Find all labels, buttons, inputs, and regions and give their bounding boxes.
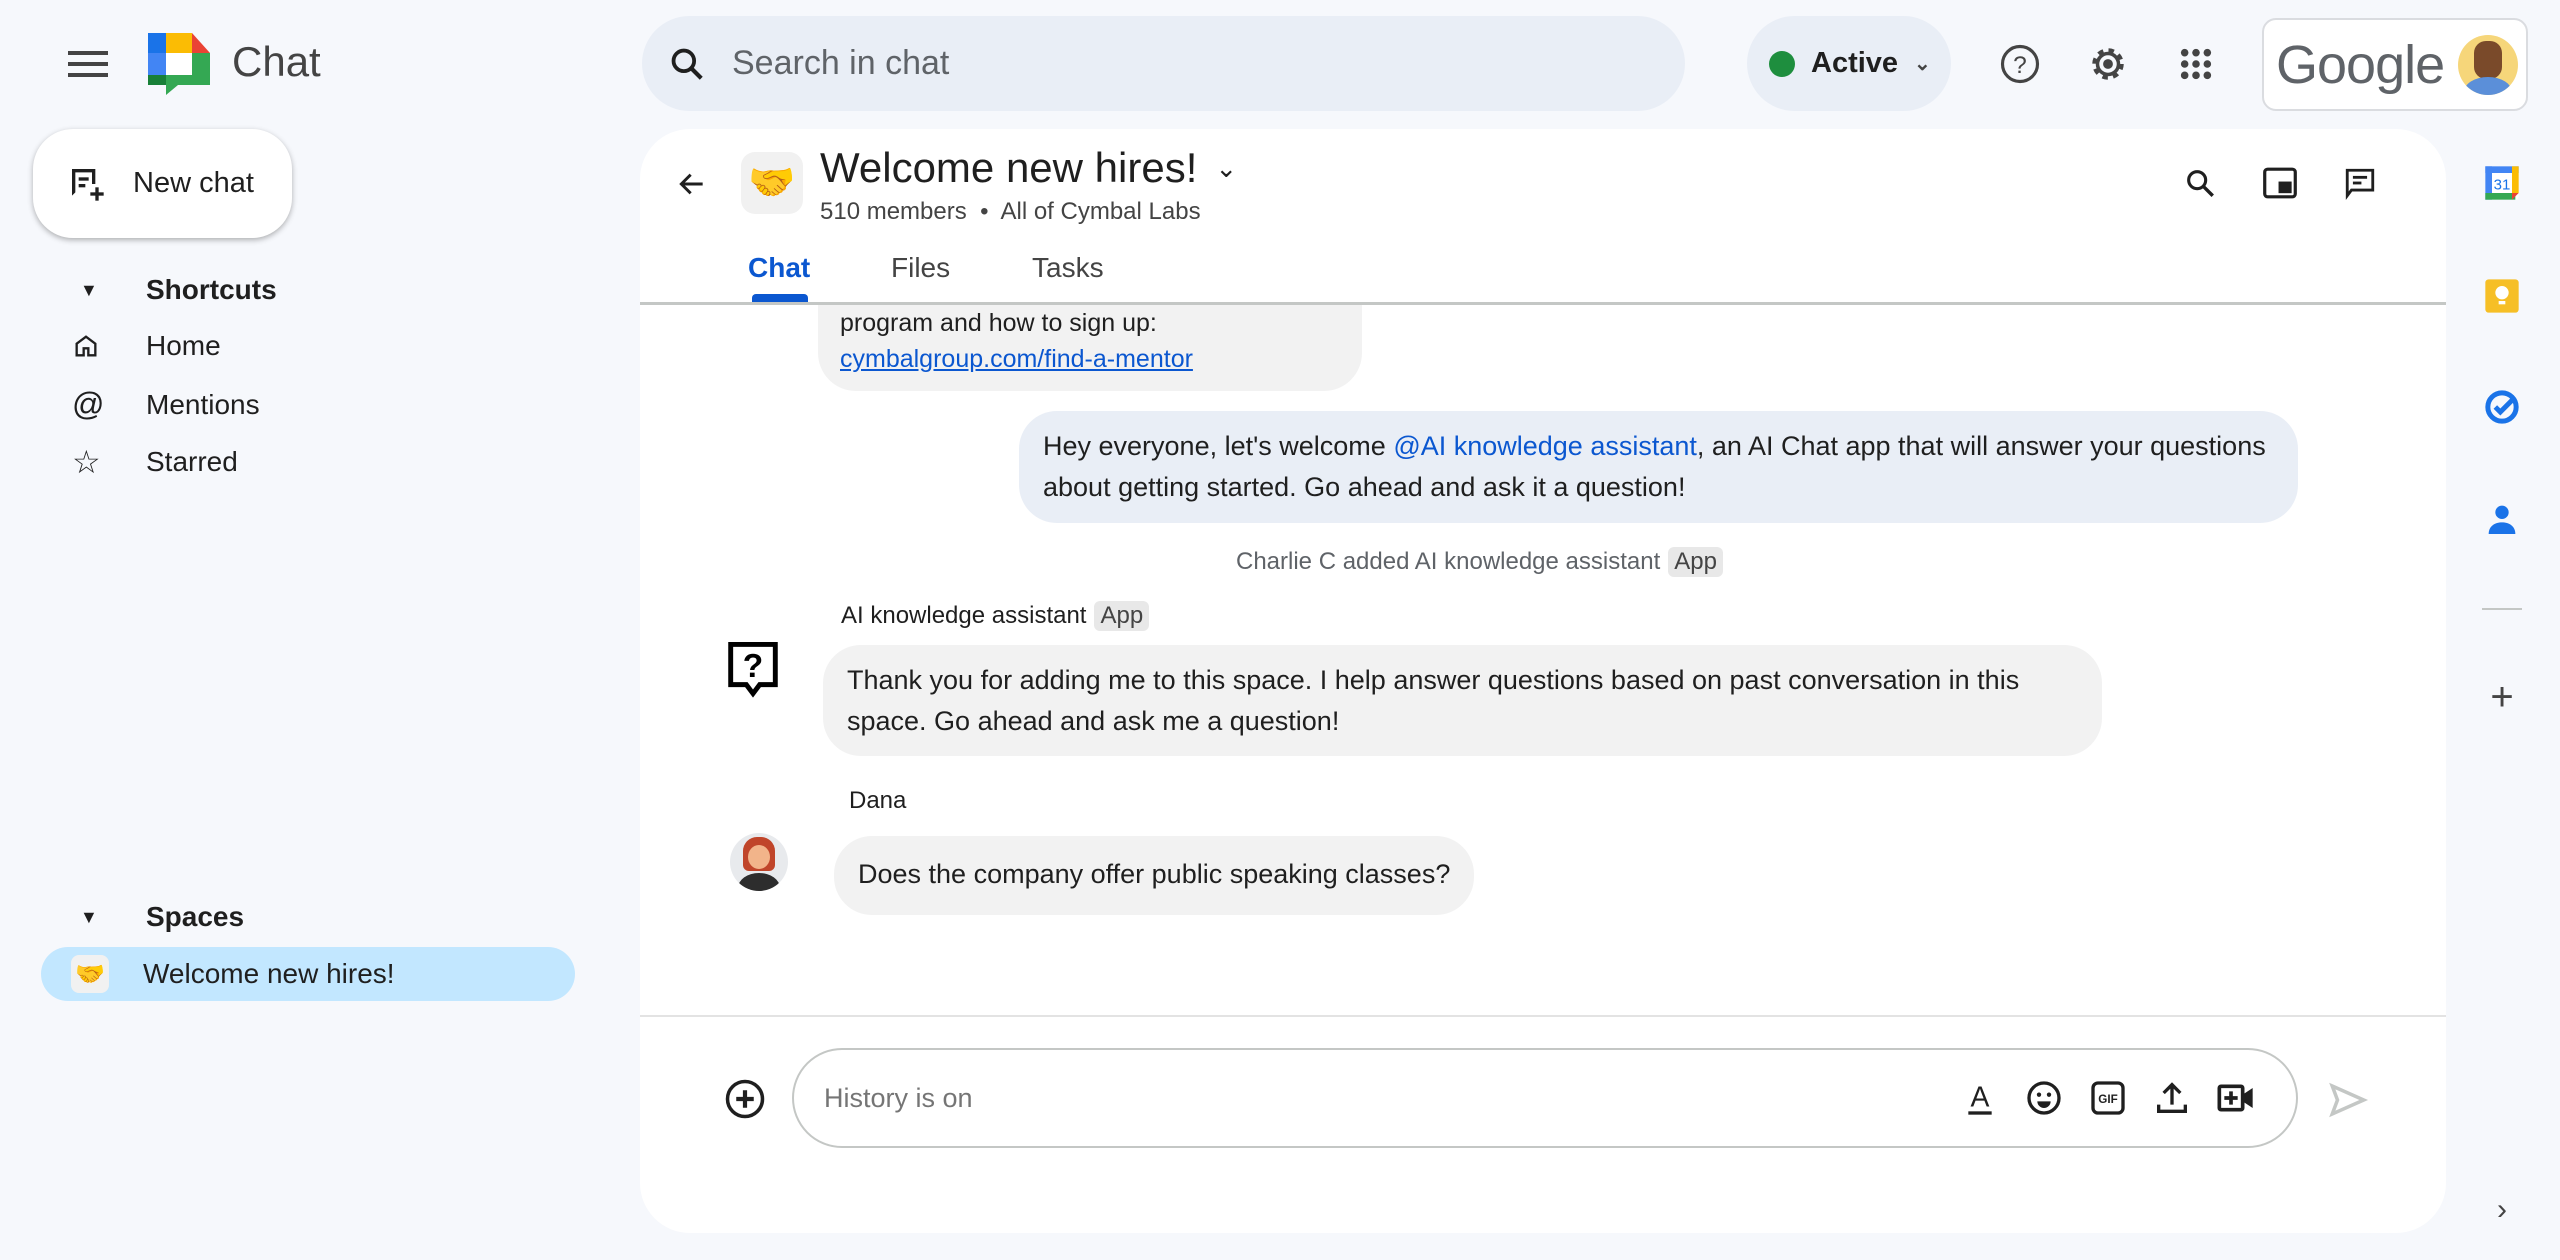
account-button[interactable]: Google bbox=[2262, 18, 2528, 111]
picture-in-picture-icon[interactable] bbox=[2258, 161, 2302, 205]
upload-icon[interactable] bbox=[2152, 1078, 2192, 1118]
mention-chip[interactable]: @AI knowledge assistant bbox=[1393, 431, 1697, 461]
sender-name[interactable]: Dana bbox=[849, 787, 906, 815]
tasks-icon[interactable] bbox=[2476, 381, 2528, 433]
message-composer[interactable]: A GIF bbox=[792, 1048, 2298, 1148]
at-icon: @ bbox=[72, 386, 105, 422]
search-input[interactable] bbox=[732, 44, 1532, 83]
search-bar[interactable] bbox=[642, 16, 1685, 111]
system-message: Charlie C added AI knowledge assistant Ap… bbox=[1236, 547, 1723, 577]
spaces-header[interactable]: ▼ Spaces bbox=[80, 901, 244, 933]
chat-logo-icon bbox=[148, 33, 210, 95]
message-bubble-outgoing: Hey everyone, let's welcome @AI knowledg… bbox=[1019, 411, 2298, 523]
tab-files[interactable]: Files bbox=[891, 252, 950, 284]
space-org: All of Cymbal Labs bbox=[1000, 198, 1201, 225]
chevron-down-icon: ⌄ bbox=[1215, 152, 1238, 183]
sidebar-item-label: Welcome new hires! bbox=[143, 958, 395, 989]
app-badge: App bbox=[1094, 601, 1150, 631]
app-name: Chat bbox=[232, 38, 321, 85]
space-subtitle: 510 members • All of Cymbal Labs bbox=[820, 198, 1201, 225]
spaces-label: Spaces bbox=[146, 901, 245, 932]
app-badge: App bbox=[1668, 547, 1723, 577]
settings-gear-icon[interactable] bbox=[2084, 40, 2132, 88]
video-meeting-icon[interactable] bbox=[2216, 1078, 2256, 1118]
search-icon[interactable] bbox=[642, 45, 732, 83]
help-icon[interactable]: ? bbox=[1996, 40, 2044, 88]
status-label: Active bbox=[1811, 47, 1899, 79]
ai-assistant-avatar-icon[interactable]: ? bbox=[726, 640, 780, 698]
tab-chat[interactable]: Chat bbox=[748, 252, 810, 284]
system-text: Charlie C added AI knowledge assistant bbox=[1236, 548, 1661, 575]
search-space-icon[interactable] bbox=[2178, 161, 2222, 205]
space-avatar: 🤝 bbox=[741, 152, 803, 214]
caret-down-icon: ▼ bbox=[80, 279, 98, 300]
expand-panel-chevron-icon[interactable]: › bbox=[2476, 1184, 2528, 1236]
sidebar-item-label: Home bbox=[146, 330, 221, 361]
svg-text:GIF: GIF bbox=[2098, 1093, 2117, 1106]
svg-text:A: A bbox=[1971, 1081, 1990, 1113]
svg-text:31: 31 bbox=[2494, 177, 2511, 194]
message-text: Hey everyone, let's welcome bbox=[1043, 431, 1394, 461]
message-input[interactable] bbox=[824, 1082, 1960, 1114]
space-title: Welcome new hires! bbox=[820, 144, 1198, 191]
keep-icon[interactable] bbox=[2476, 270, 2528, 322]
new-chat-button[interactable]: New chat bbox=[33, 129, 292, 238]
add-attachment-plus-icon[interactable] bbox=[722, 1076, 768, 1122]
sender-name[interactable]: AI knowledge assistant bbox=[841, 602, 1086, 630]
text-format-icon[interactable]: A bbox=[1960, 1078, 2000, 1118]
message-bubble-ai: Thank you for adding me to this space. I… bbox=[823, 645, 2102, 756]
shortcuts-label: Shortcuts bbox=[146, 274, 277, 305]
sidebar-item-welcome-new-hires[interactable]: 🤝 Welcome new hires! bbox=[41, 947, 575, 1001]
message-bubble-dana: Does the company offer public speaking c… bbox=[834, 836, 1475, 915]
add-app-plus-icon[interactable]: + bbox=[2476, 671, 2528, 723]
new-chat-icon bbox=[67, 164, 107, 204]
tab-tasks[interactable]: Tasks bbox=[1032, 252, 1104, 284]
new-chat-label: New chat bbox=[133, 167, 254, 199]
status-dot-icon bbox=[1769, 50, 1795, 77]
avatar bbox=[2458, 34, 2519, 95]
sidebar-item-home[interactable]: Home bbox=[72, 330, 221, 362]
emoji-icon[interactable] bbox=[2024, 1078, 2064, 1118]
caret-down-icon: ▼ bbox=[80, 906, 98, 927]
sidebar-item-mentions[interactable]: @ Mentions bbox=[72, 386, 260, 423]
sender-ai: AI knowledge assistant App bbox=[841, 601, 1150, 631]
sidebar-item-label: Mentions bbox=[146, 388, 260, 420]
chevron-down-icon: ⌄ bbox=[1914, 53, 1931, 75]
member-count: 510 members bbox=[820, 198, 967, 225]
rail-divider bbox=[2482, 608, 2522, 610]
main-menu-icon[interactable] bbox=[66, 42, 110, 86]
star-icon: ☆ bbox=[72, 444, 101, 480]
message-bubble-partial: program and how to sign up: cymbalgroup.… bbox=[818, 305, 1362, 391]
dana-avatar[interactable] bbox=[730, 833, 788, 891]
shortcuts-header[interactable]: ▼ Shortcuts bbox=[80, 274, 277, 306]
gif-icon[interactable]: GIF bbox=[2088, 1078, 2128, 1118]
handshake-icon: 🤝 bbox=[71, 955, 109, 993]
home-icon bbox=[72, 332, 112, 360]
mentor-link[interactable]: cymbalgroup.com/find-a-mentor bbox=[840, 345, 1193, 373]
status-dropdown[interactable]: Active ⌄ bbox=[1747, 16, 1951, 111]
message-text: program and how to sign up: bbox=[840, 309, 1157, 337]
google-logo: Google bbox=[2276, 34, 2445, 95]
sidebar-item-starred[interactable]: ☆ Starred bbox=[72, 443, 238, 481]
svg-text:?: ? bbox=[2013, 52, 2027, 79]
send-icon[interactable] bbox=[2324, 1076, 2372, 1124]
calendar-icon[interactable]: 31 bbox=[2476, 157, 2528, 209]
svg-text:?: ? bbox=[743, 648, 763, 685]
space-title-button[interactable]: Welcome new hires! ⌄ bbox=[820, 144, 1237, 192]
composer-divider bbox=[640, 1015, 2446, 1017]
threads-icon[interactable] bbox=[2338, 161, 2382, 205]
back-arrow-icon[interactable] bbox=[670, 162, 714, 206]
sidebar-item-label: Starred bbox=[146, 446, 238, 477]
contacts-icon[interactable] bbox=[2476, 493, 2528, 545]
active-tab-indicator bbox=[752, 294, 808, 302]
apps-grid-icon[interactable] bbox=[2172, 40, 2220, 88]
